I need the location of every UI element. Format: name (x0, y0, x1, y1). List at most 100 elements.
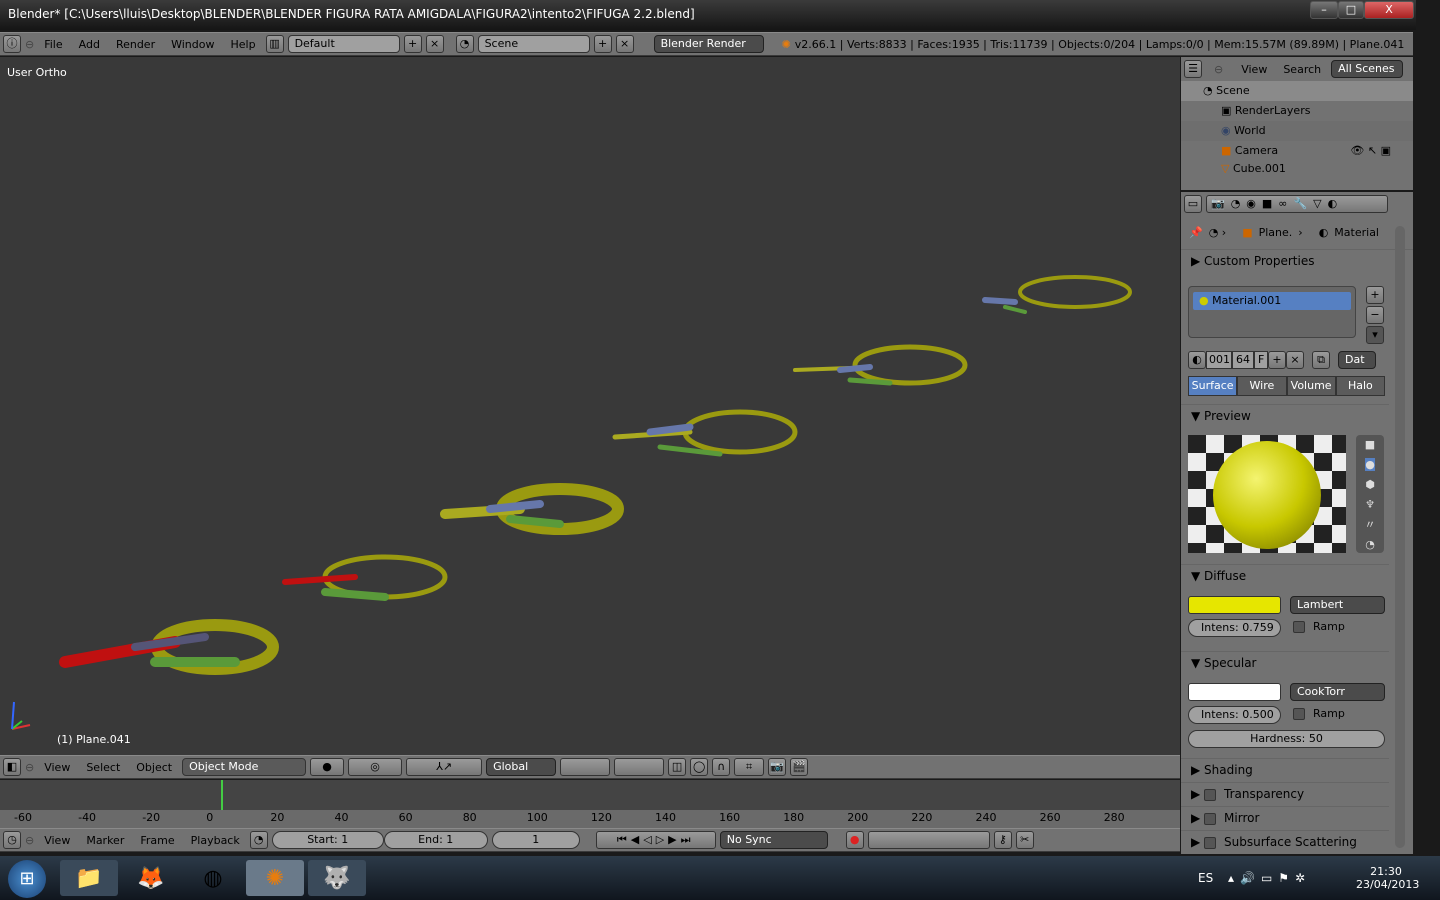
remove-scene-button[interactable]: × (615, 35, 634, 53)
unlink-material-button[interactable]: × (1286, 351, 1304, 369)
layers-grid-2[interactable] (614, 758, 665, 776)
timeline-area[interactable]: -60 -40 -20 0 20 40 60 80 100 120 140 160 180 200 220 2… (0, 780, 1180, 828)
menu-view[interactable]: View (38, 761, 76, 774)
menu-file[interactable]: File (38, 38, 68, 51)
menu-view[interactable]: View (38, 834, 76, 847)
specular-intensity-slider[interactable]: Intens: 0.500 (1188, 706, 1281, 724)
users-count[interactable]: 64 (1232, 351, 1254, 369)
specular-shader-select[interactable]: CookTorr (1290, 683, 1385, 701)
screen-layout-icon[interactable]: ▥ (265, 35, 284, 53)
minimize-button[interactable]: – (1310, 1, 1338, 19)
tab-wire[interactable]: Wire (1237, 376, 1287, 396)
pin-icon[interactable]: 📌 (1189, 226, 1203, 239)
menu-render[interactable]: Render (110, 38, 161, 51)
menu-view[interactable]: View (1235, 63, 1273, 76)
remove-slot-button[interactable]: − (1366, 306, 1384, 324)
editor-type-icon[interactable]: ☰ (1184, 60, 1202, 78)
maximize-button[interactable]: □ (1338, 1, 1364, 19)
hardness-slider[interactable]: Hardness: 50 (1188, 730, 1385, 748)
properties-scrollbar[interactable] (1395, 226, 1405, 848)
diffuse-ramp-checkbox[interactable]: Ramp (1293, 620, 1345, 633)
orientation-select[interactable]: Global (486, 758, 557, 776)
render-engine-select[interactable]: Blender Render (653, 35, 764, 53)
panel-preview[interactable]: ▼ Preview (1181, 404, 1389, 426)
fake-user-toggle[interactable]: F (1254, 351, 1268, 369)
collapse-icon[interactable]: ⊖ (25, 38, 34, 51)
3d-viewport[interactable]: User Ortho (1) Plane.041 (0, 57, 1180, 755)
current-frame-marker[interactable] (221, 780, 223, 810)
screen-field[interactable]: Default (287, 35, 400, 53)
panel-subsurface-scattering[interactable]: ▶ Subsurface Scattering (1181, 830, 1389, 852)
panel-transparency[interactable]: ▶ Transparency (1181, 782, 1389, 804)
layers-grid-1[interactable] (560, 758, 611, 776)
mode-select[interactable]: Object Mode (182, 758, 307, 776)
diffuse-shader-select[interactable]: Lambert (1290, 596, 1385, 614)
new-material-button[interactable]: + (1268, 351, 1286, 369)
gimp-taskbar-icon[interactable]: 🐺 (308, 860, 366, 896)
specular-color-swatch[interactable] (1188, 683, 1281, 701)
scene-field[interactable]: Scene (477, 35, 590, 53)
collapse-icon[interactable]: ⊖ (1214, 63, 1223, 76)
explorer-taskbar-icon[interactable]: 📁 (60, 860, 118, 896)
link-select[interactable]: Dat (1338, 351, 1376, 369)
blender-taskbar-icon[interactable]: ✺ (246, 860, 304, 896)
editor-type-icon[interactable]: ◷ (3, 831, 21, 849)
outliner-item-camera[interactable]: ■ Camera 👁 ↖ ▣ (1181, 141, 1413, 161)
browse-material-icon[interactable]: ◐ (1188, 351, 1206, 369)
add-screen-button[interactable]: + (403, 35, 422, 53)
tray-icons[interactable]: ▴🔊▭⚑✲ (1228, 871, 1311, 885)
lock-layers-icon[interactable]: ◫ (668, 758, 687, 776)
panel-shading[interactable]: ▶ Shading (1181, 758, 1389, 780)
tab-halo[interactable]: Halo (1335, 376, 1385, 396)
snap-icon[interactable]: ∩ (712, 758, 731, 776)
tab-surface[interactable]: Surface (1188, 376, 1238, 396)
outliner-item-renderlayers[interactable]: ▣ RenderLayers (1181, 101, 1413, 121)
collapse-icon[interactable]: ⊖ (25, 761, 34, 774)
viewport-shading-select[interactable]: ● (310, 758, 345, 776)
slot-specials-button[interactable]: ▾ (1366, 326, 1384, 344)
current-frame-field[interactable]: 1 (491, 831, 580, 849)
close-button[interactable]: X (1364, 1, 1414, 19)
clock[interactable]: 21:30 23/04/2013 (1356, 865, 1419, 891)
menu-select[interactable]: Select (80, 761, 126, 774)
diffuse-color-swatch[interactable] (1188, 596, 1281, 614)
manipulator-icons[interactable]: ⅄↗ (406, 758, 483, 776)
outliner-item-scene[interactable]: ◔ Scene (1181, 81, 1413, 101)
chrome-taskbar-icon[interactable]: ◍ (184, 860, 242, 896)
scene-icon[interactable]: ◔ (455, 35, 474, 53)
menu-window[interactable]: Window (165, 38, 220, 51)
menu-frame[interactable]: Frame (134, 834, 180, 847)
preview-range-icon[interactable]: ◔ (249, 831, 268, 849)
add-slot-button[interactable]: + (1366, 286, 1384, 304)
menu-object[interactable]: Object (130, 761, 178, 774)
outliner-item-cube[interactable]: ▽ Cube.001 (1181, 161, 1413, 173)
language-indicator[interactable]: ES (1198, 871, 1213, 885)
material-slots-list[interactable]: ● Material.001 (1188, 286, 1356, 338)
specular-ramp-checkbox[interactable]: Ramp (1293, 707, 1345, 720)
insert-keyframe-icon[interactable]: ⚷ (993, 831, 1012, 849)
render-anim-icon[interactable]: 🎬 (790, 758, 809, 776)
firefox-taskbar-icon[interactable]: 🦊 (122, 860, 180, 896)
sync-select[interactable]: No Sync (719, 831, 828, 849)
keying-set-field[interactable] (867, 831, 990, 849)
display-mode-select[interactable]: All Scenes (1331, 60, 1404, 78)
copy-material-icon[interactable]: ⧉ (1312, 351, 1330, 369)
menu-add[interactable]: Add (73, 38, 106, 51)
preview-type-buttons[interactable]: ■ ● ⬢ ♆ 〃 ◔ (1356, 435, 1384, 553)
panel-custom-properties[interactable]: ▶ Custom Properties (1181, 249, 1413, 271)
context-tabs[interactable]: 📷◔◉■∞🔧▽◐ (1206, 195, 1388, 213)
menu-marker[interactable]: Marker (80, 834, 130, 847)
info-editor-icon[interactable]: ⓘ (3, 35, 21, 53)
playback-controls[interactable]: ⏮◀◁▷▶⏭ (595, 831, 716, 849)
add-scene-button[interactable]: + (593, 35, 612, 53)
material-name-field[interactable]: 001 (1206, 351, 1232, 369)
outliner-item-world[interactable]: ◉ World (1181, 121, 1413, 141)
collapse-icon[interactable]: ⊖ (25, 834, 34, 847)
panel-diffuse[interactable]: ▼ Diffuse (1181, 564, 1389, 586)
panel-mirror[interactable]: ▶ Mirror (1181, 806, 1389, 828)
editor-type-icon[interactable]: ◧ (3, 758, 21, 776)
snap-element-icon[interactable]: ⌗ (734, 758, 765, 776)
start-button[interactable]: ⊞ (8, 860, 46, 898)
end-frame-field[interactable]: End: 1 (383, 831, 488, 849)
visibility-icons[interactable]: 👁 ↖ ▣ (1350, 141, 1391, 161)
